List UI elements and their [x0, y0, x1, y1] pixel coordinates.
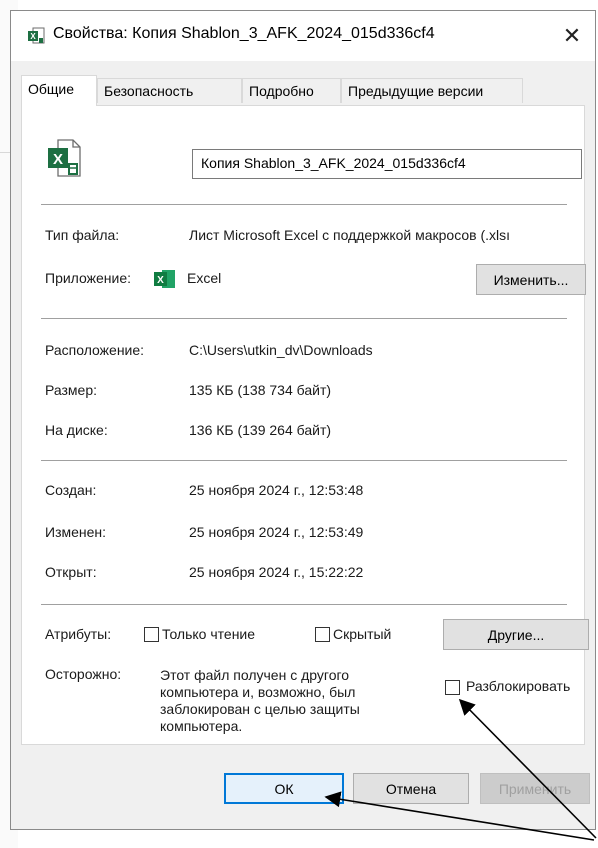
- ok-button[interactable]: ОК: [224, 773, 344, 804]
- app-value: Excel: [187, 270, 222, 286]
- divider: [41, 460, 567, 461]
- svg-text:X: X: [157, 275, 164, 286]
- size-value: 135 КБ (138 734 байт): [189, 382, 332, 398]
- change-app-button[interactable]: Изменить...: [476, 264, 586, 295]
- tab-general[interactable]: Общие: [21, 75, 97, 106]
- disk-size-value: 136 КБ (139 264 байт): [189, 422, 332, 438]
- readonly-checkbox[interactable]: [144, 627, 159, 642]
- modified-value: 25 ноября 2024 г., 12:53:49: [189, 524, 364, 540]
- readonly-label[interactable]: Только чтение: [162, 626, 255, 642]
- properties-dialog: X Свойства: Копия Shablon_3_AFK_2024_015…: [10, 10, 596, 830]
- excel-file-icon: X: [28, 27, 45, 44]
- divider: [41, 604, 567, 605]
- apply-button[interactable]: Применить: [480, 773, 590, 804]
- size-label: Размер:: [45, 382, 98, 398]
- excel-app-icon: X: [154, 270, 175, 288]
- other-attributes-button[interactable]: Другие...: [443, 619, 589, 650]
- location-value: C:\Users\utkin_dv\Downloads: [189, 342, 373, 358]
- tab-previous-versions[interactable]: Предыдущие версии: [341, 78, 523, 103]
- excel-macro-file-icon: X: [48, 139, 81, 177]
- security-warning-text: Этот файл получен с другого компьютера и…: [160, 667, 360, 734]
- disk-size-label: На диске:: [45, 422, 108, 438]
- created-label: Создан:: [45, 482, 97, 498]
- created-value: 25 ноября 2024 г., 12:53:48: [189, 482, 364, 498]
- tab-details[interactable]: Подробно: [242, 78, 341, 103]
- divider: [41, 204, 567, 205]
- app-label: Приложение:: [45, 270, 132, 286]
- opened-value: 25 ноября 2024 г., 15:22:22: [189, 564, 364, 580]
- hidden-checkbox[interactable]: [315, 627, 330, 642]
- attributes-label: Атрибуты:: [45, 626, 112, 642]
- window-title: Свойства: Копия Shablon_3_AFK_2024_015d3…: [53, 25, 435, 42]
- unblock-checkbox[interactable]: [445, 680, 460, 695]
- warning-label: Осторожно:: [45, 666, 122, 682]
- general-panel: X Копия Shablon_3_AFK_2024_015d336cf4 Ти…: [21, 105, 589, 745]
- opened-label: Открыт:: [45, 564, 97, 580]
- file-type-value: Лист Microsoft Excel с поддержкой макрос…: [189, 227, 511, 243]
- svg-text:X: X: [53, 151, 63, 168]
- file-name-field[interactable]: Копия Shablon_3_AFK_2024_015d336cf4: [192, 149, 582, 179]
- title-bar[interactable]: X Свойства: Копия Shablon_3_AFK_2024_015…: [11, 11, 595, 61]
- hidden-label[interactable]: Скрытый: [333, 626, 391, 642]
- cancel-button[interactable]: Отмена: [353, 773, 469, 804]
- tab-security[interactable]: Безопасность: [97, 78, 242, 103]
- close-button[interactable]: ✕: [549, 11, 595, 61]
- file-type-label: Тип файла:: [45, 227, 120, 243]
- divider: [41, 318, 567, 319]
- modified-label: Изменен:: [45, 524, 107, 540]
- svg-text:X: X: [30, 32, 36, 41]
- close-icon: ✕: [562, 23, 582, 48]
- location-label: Расположение:: [45, 342, 145, 358]
- unblock-label[interactable]: Разблокировать: [466, 678, 582, 694]
